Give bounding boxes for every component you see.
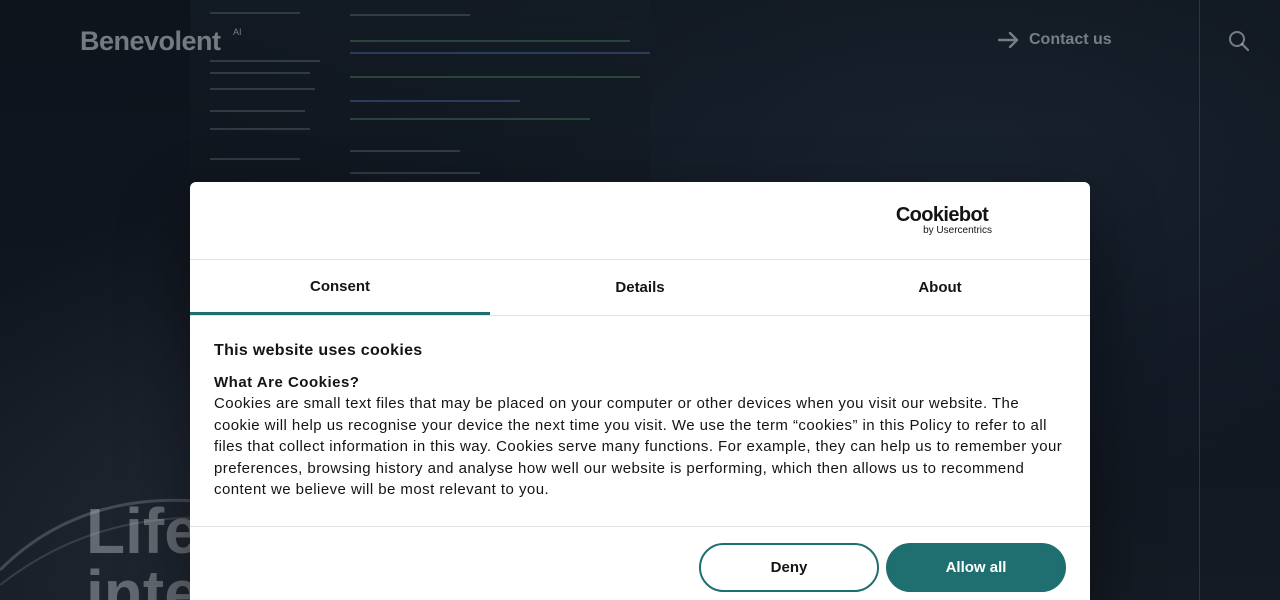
tab-consent[interactable]: Consent — [190, 260, 490, 315]
site-logo[interactable]: Benevolent — [80, 26, 221, 57]
allow-all-button[interactable]: Allow all — [886, 543, 1066, 592]
hero-title: Life inte — [86, 495, 200, 600]
dialog-tabs: Consent Details About — [190, 260, 1090, 316]
cookiebot-brand-name: Cookiebot — [895, 204, 989, 226]
dialog-title: This website uses cookies — [214, 342, 423, 359]
cookiebot-logo[interactable]: Cookiebot by Usercentrics — [890, 205, 994, 236]
site-logo-superscript: AI — [233, 27, 242, 37]
dialog-header: Cookiebot by Usercentrics — [190, 182, 1090, 260]
hero-title-line-2: inte — [86, 557, 200, 600]
dialog-text: Cookies are small text files that may be… — [214, 395, 1063, 498]
contact-label: Contact us — [1029, 31, 1112, 48]
dialog-subtitle: What Are Cookies? — [214, 374, 360, 391]
tab-about[interactable]: About — [790, 260, 1090, 315]
cookiebot-brand-sub: by Usercentrics — [923, 225, 992, 236]
arrow-right-icon — [998, 32, 1019, 48]
vertical-divider — [1199, 0, 1200, 600]
deny-button[interactable]: Deny — [699, 543, 879, 592]
dialog-body: This website uses cookies What Are Cooki… — [190, 316, 1090, 527]
contact-link[interactable]: Contact us — [998, 31, 1112, 49]
code-screenshot-backdrop — [190, 0, 650, 185]
search-icon[interactable] — [1228, 30, 1250, 52]
tab-details[interactable]: Details — [490, 260, 790, 315]
hero-title-line-1: Life — [86, 495, 200, 567]
cookie-consent-dialog: Cookiebot by Usercentrics Consent Detail… — [190, 182, 1090, 600]
dialog-footer: Deny Allow all — [190, 527, 1090, 600]
